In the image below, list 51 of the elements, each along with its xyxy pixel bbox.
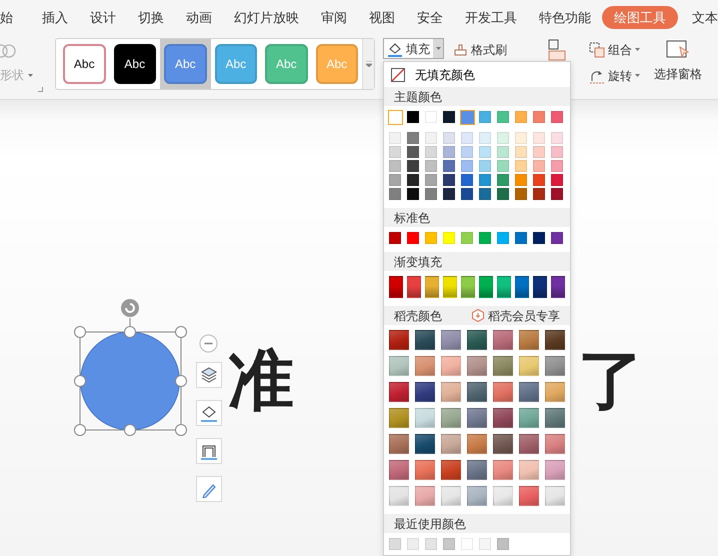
- group-icon: [589, 42, 605, 58]
- selection-pane-button[interactable]: 选择窗格: [650, 38, 706, 90]
- menu-tab[interactable]: 视图: [369, 6, 395, 28]
- menu-tab[interactable]: 审阅: [321, 6, 347, 28]
- group-button[interactable]: 组合: [585, 39, 644, 60]
- fill-bucket-icon: [200, 404, 218, 422]
- menu-tab[interactable]: 设计: [90, 6, 116, 28]
- circle-shape[interactable]: [80, 332, 180, 430]
- color-swatch[interactable]: [460, 110, 474, 124]
- format-painter-button[interactable]: 格式刷: [449, 39, 511, 60]
- floating-tool-button[interactable]: [196, 476, 222, 502]
- color-swatch[interactable]: [388, 110, 402, 124]
- fill-bucket-icon: [387, 40, 403, 56]
- floating-tool-button[interactable]: [196, 400, 222, 426]
- menu-tab[interactable]: 插入: [42, 6, 68, 28]
- floating-tool-button[interactable]: [196, 362, 222, 388]
- member-link[interactable]: 稻壳会员专享: [488, 306, 560, 324]
- section-heading: 标准色: [394, 210, 430, 226]
- layers-icon: [200, 366, 218, 384]
- pane-icon: [666, 39, 690, 61]
- section-heading: 渐变填充: [394, 254, 442, 270]
- collapse-icon[interactable]: [199, 334, 218, 353]
- brush-icon: [453, 42, 468, 57]
- menu-tab[interactable]: 开发工具: [465, 6, 517, 28]
- rotate-button[interactable]: 旋转: [585, 65, 644, 86]
- no-fill-icon: [391, 68, 405, 82]
- section-heading: 主题颜色: [394, 88, 442, 106]
- caret-icon: [436, 47, 440, 50]
- menu-tab[interactable]: 特色功能: [539, 6, 591, 28]
- dialog-launcher-icon[interactable]: [38, 87, 43, 92]
- caret-icon: [635, 74, 640, 77]
- member-badge-icon: [472, 309, 484, 322]
- slide-text: 了: [578, 347, 644, 413]
- menu-tab[interactable]: 动画: [186, 6, 212, 28]
- section-heading: 最近使用颜色: [394, 516, 466, 532]
- rotate-handle-icon[interactable]: [121, 299, 139, 317]
- fill-button[interactable]: 填充: [383, 38, 444, 59]
- menu-tab[interactable]: 文本: [692, 6, 718, 28]
- selection-frame[interactable]: [74, 318, 187, 436]
- caret-icon: [635, 48, 640, 51]
- caret-icon: [28, 74, 33, 76]
- menu-tab[interactable]: 切换: [138, 6, 164, 28]
- menu-tab[interactable]: 始: [0, 6, 13, 28]
- menu-tab[interactable]: 安全: [417, 6, 443, 28]
- gallery-more-button[interactable]: [362, 39, 374, 89]
- section-heading: 稻壳颜色: [394, 308, 442, 324]
- menu-tab[interactable]: 幻灯片放映: [234, 6, 299, 28]
- slide-text: 准: [228, 347, 294, 413]
- caret-icon: [366, 61, 372, 67]
- floating-tool-button[interactable]: [196, 438, 222, 464]
- no-fill-option[interactable]: 无填充颜色: [384, 64, 570, 86]
